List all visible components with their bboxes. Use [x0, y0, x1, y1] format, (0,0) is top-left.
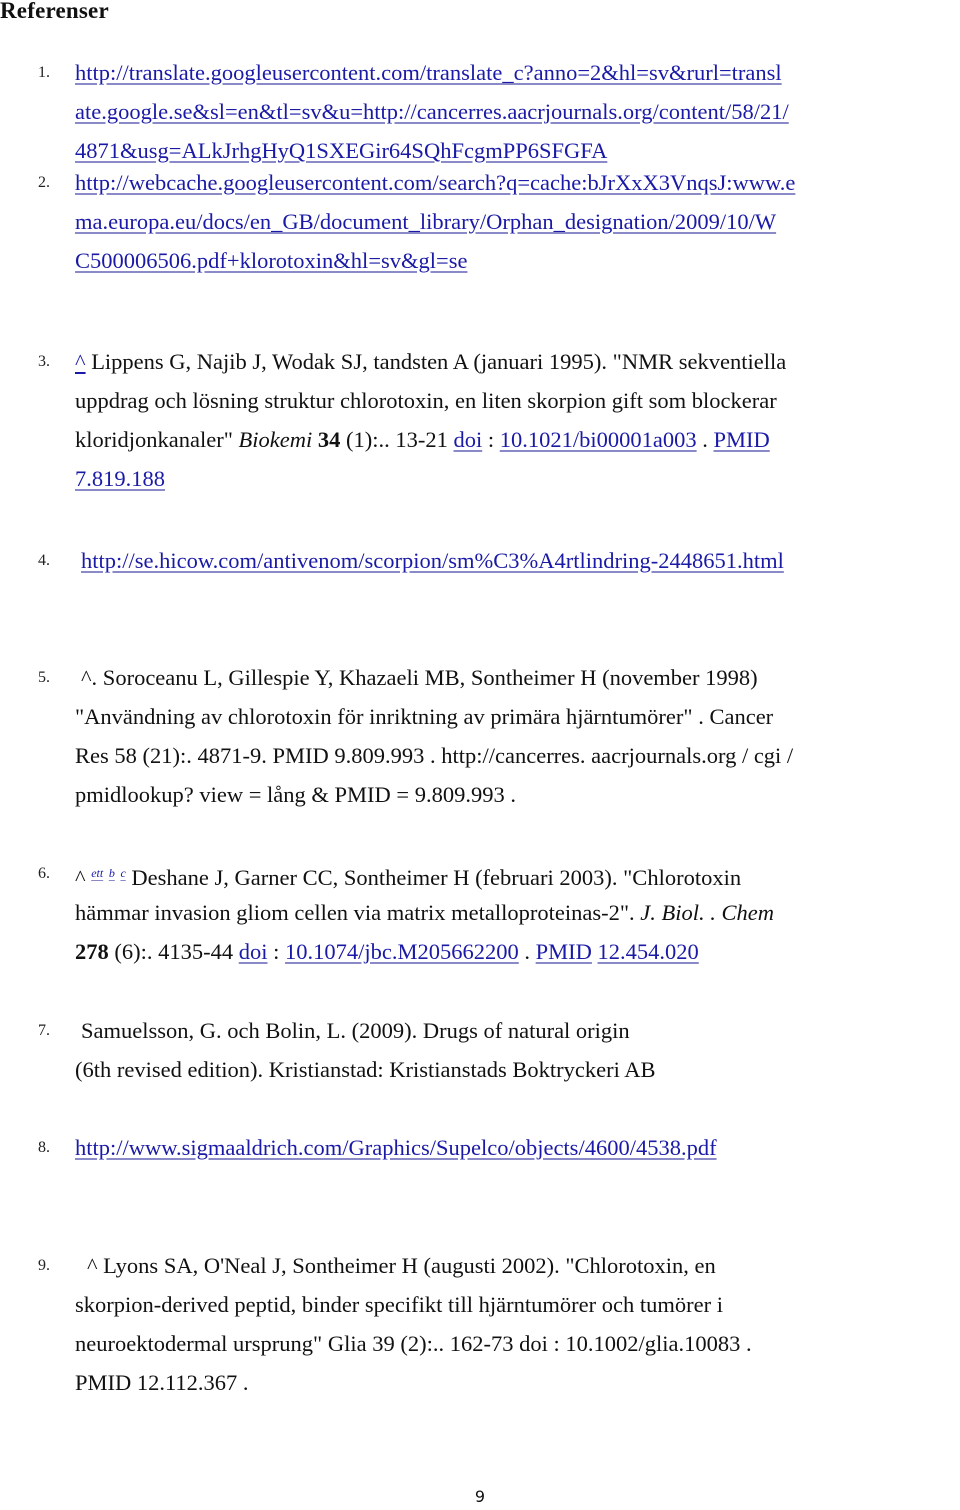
doi-value-link[interactable]: 10.1021/bi00001a003 [500, 427, 697, 452]
citation-text: ^. Soroceanu L, Gillespie Y, Khazaeli MB… [81, 665, 758, 690]
pmid-value-link[interactable]: 7.819.188 [75, 466, 165, 491]
reference-number: 6. [38, 865, 50, 882]
doi-link[interactable]: doi [239, 939, 268, 964]
reference-link[interactable]: http://www.sigmaaldrich.com/Graphics/Sup… [75, 1135, 717, 1160]
reference-number: 5. [38, 669, 50, 686]
reference-number: 1. [38, 64, 50, 81]
page-number: 9 [474, 1487, 486, 1506]
citation-text: Samuelsson, G. och Bolin, L. (2009). Dru… [81, 1018, 630, 1043]
issue-pages: (1):.. 13-21 [340, 427, 454, 452]
issue-pages: (6):. 4135-44 [108, 939, 239, 964]
citation-text: Lippens G, Najib J, Wodak SJ, tandsten A… [91, 349, 787, 374]
reference-link[interactable]: C500006506.pdf+klorotoxin&hl=sv&gl=se [75, 248, 467, 273]
reference-link[interactable]: ma.europa.eu/docs/en_GB/document_library… [75, 209, 776, 234]
pmid-link[interactable]: PMID [714, 427, 770, 452]
reference-number: 4. [38, 552, 50, 569]
separator: . [696, 427, 714, 452]
back-reference-link[interactable]: ^ [75, 349, 86, 374]
citation-text: pmidlookup? view = lång & PMID = 9.809.9… [75, 782, 516, 807]
journal-name: Biokemi [238, 427, 313, 452]
citation-text: neuroektodermal ursprung" Glia 39 (2):..… [75, 1331, 752, 1356]
journal-volume: 34 [317, 427, 341, 452]
reference-link[interactable]: http://translate.googleusercontent.com/t… [75, 60, 782, 85]
citation-text: hämmar invasion gliom cellen via matrix … [75, 900, 641, 925]
citation-text: ^ Lyons SA, O'Neal J, Sontheimer H (augu… [87, 1253, 716, 1278]
reference-number: 3. [38, 353, 50, 370]
separator: : [267, 939, 286, 964]
doi-value-link[interactable]: 10.1074/jbc.M205662200 [285, 939, 519, 964]
pmid-link[interactable]: PMID [536, 939, 592, 964]
reference-number: 2. [38, 174, 50, 191]
citation-text: Deshane J, Garner CC, Sontheimer H (febr… [125, 865, 742, 890]
journal-name: J. Biol. . Chem [640, 900, 775, 925]
citation-text: Res 58 (21):. 4871-9. PMID 9.809.993 . h… [75, 743, 794, 768]
journal-volume: 278 [75, 939, 109, 964]
citation-text: skorpion-derived peptid, binder specifik… [75, 1292, 723, 1317]
section-heading: Referenser [0, 0, 109, 23]
reference-number: 8. [38, 1139, 50, 1156]
caret-text: ^ [75, 865, 86, 890]
citation-text: uppdrag och lösning struktur chlorotoxin… [75, 388, 777, 413]
reference-number: 7. [38, 1022, 50, 1039]
pmid-value-link[interactable]: 12.454.020 [598, 939, 699, 964]
reference-link[interactable]: 4871&usg=ALkJrhgHyQ1SXEGir64SQhFcgmPP6SF… [75, 138, 607, 163]
reference-link[interactable]: http://webcache.googleusercontent.com/se… [75, 170, 795, 195]
reference-link[interactable]: ate.google.se&sl=en&tl=sv&u=http://cance… [75, 99, 789, 124]
separator: . [518, 939, 536, 964]
reference-number: 9. [38, 1257, 50, 1274]
doi-link[interactable]: doi [453, 427, 482, 452]
citation-text: "Användning av chlorotoxin för inriktnin… [75, 704, 774, 729]
back-reference-link-b[interactable]: b [109, 866, 115, 880]
citation-text: kloridjonkanaler" [75, 427, 239, 452]
citation-text: PMID 12.112.367 . [75, 1370, 249, 1395]
citation-text: (6th revised edition). Kristianstad: Kri… [75, 1057, 656, 1082]
separator: : [482, 427, 500, 452]
back-reference-link-a[interactable]: ett [91, 866, 103, 880]
reference-link[interactable]: http://se.hicow.com/antivenom/scorpion/s… [81, 548, 784, 573]
